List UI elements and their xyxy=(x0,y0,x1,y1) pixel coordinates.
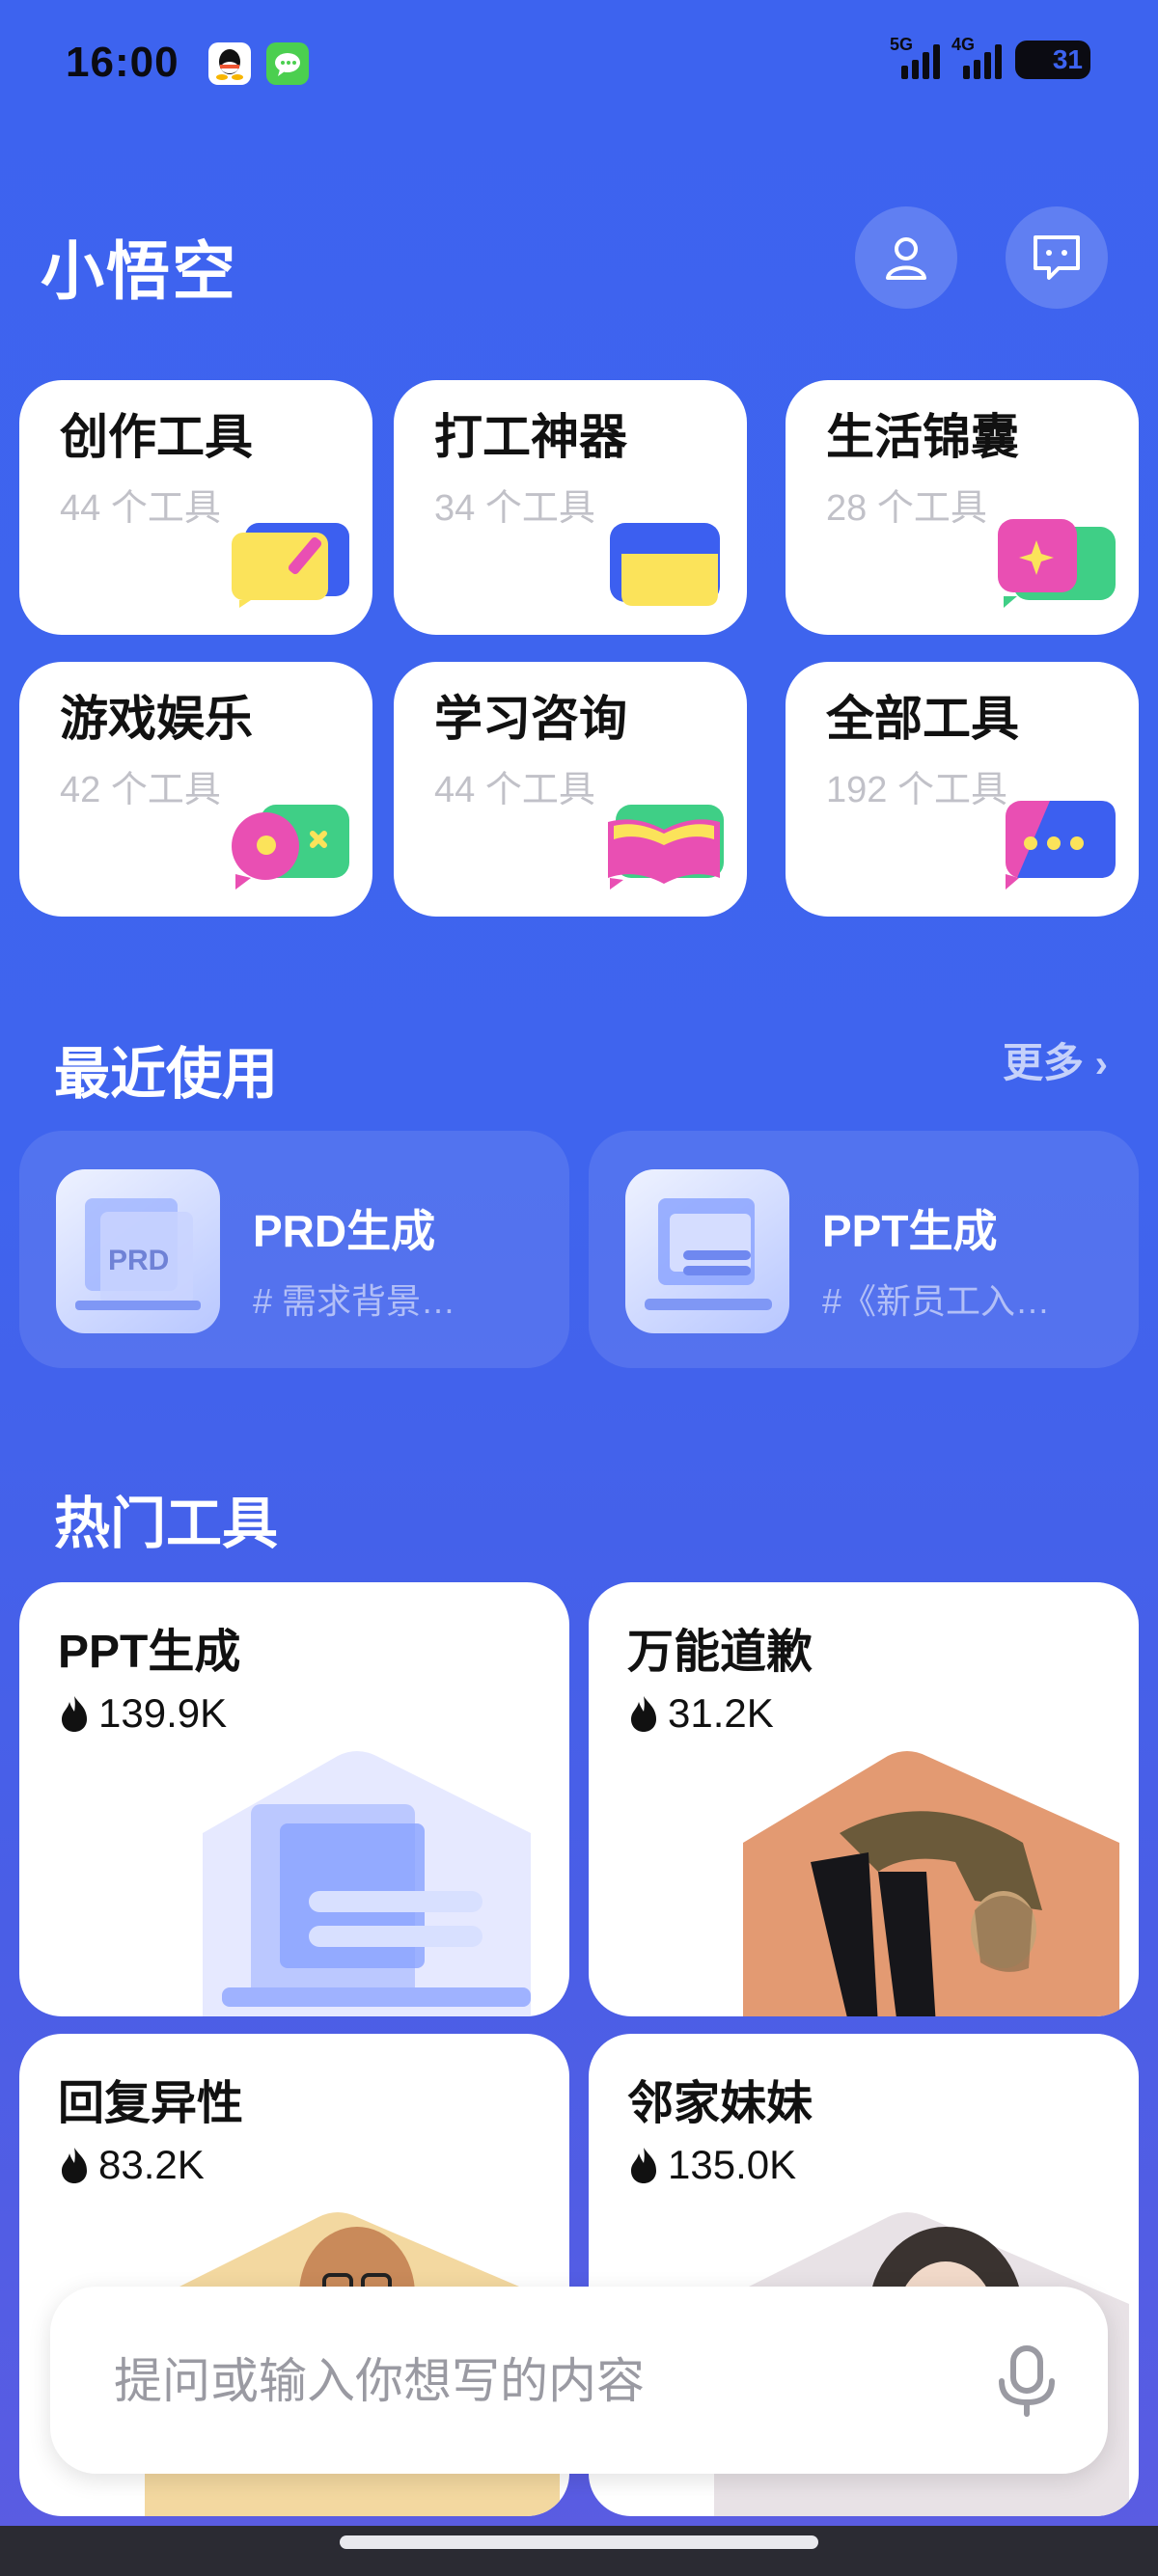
category-card-study[interactable]: 学习咨询 44 个工具 xyxy=(394,662,747,917)
chat-input[interactable] xyxy=(112,2337,965,2425)
system-nav-bar xyxy=(0,2526,1158,2576)
profile-button[interactable] xyxy=(855,206,957,309)
prd-thumbnail: PRD xyxy=(56,1169,220,1333)
ppt-thumbnail xyxy=(625,1169,789,1333)
signal-5g-label: 5G xyxy=(890,35,914,54)
folder-icon xyxy=(610,523,720,606)
recent-section-title: 最近使用 xyxy=(54,1043,279,1106)
hot-tool-count-value: 83.2K xyxy=(98,2142,205,2187)
signal-5g-icon: 5G xyxy=(890,35,940,79)
category-card-all[interactable]: 全部工具 192 个工具 xyxy=(786,662,1139,917)
hot-tool-count: 83.2K xyxy=(58,2142,205,2188)
app-title: 小悟空 xyxy=(41,235,237,307)
hot-tool-name: 万能道歉 xyxy=(627,1627,813,1678)
battery-level: 31 xyxy=(1052,44,1083,74)
category-name: 生活锦囊 xyxy=(826,410,1019,464)
status-time: 16:00 xyxy=(66,39,179,86)
category-name: 游戏娱乐 xyxy=(60,692,253,746)
hot-tool-count: 31.2K xyxy=(627,1690,774,1737)
hot-tool-name: 邻家妹妹 xyxy=(627,2078,813,2129)
chat-input-bar xyxy=(50,2287,1108,2474)
status-indicators: 5G 4G 31 xyxy=(890,35,1090,79)
hot-tool-name: PPT生成 xyxy=(58,1627,241,1678)
messages-button[interactable] xyxy=(1006,206,1108,309)
hot-tool-count-value: 135.0K xyxy=(668,2142,797,2187)
microphone-icon[interactable] xyxy=(988,2341,1065,2418)
category-card-work[interactable]: 打工神器 34 个工具 xyxy=(394,380,747,635)
bowing-person-illustration xyxy=(743,1751,1119,2016)
hot-tool-apology[interactable]: 万能道歉 31.2K xyxy=(589,1582,1139,2016)
sparkle-icon xyxy=(998,519,1116,608)
hot-tool-name: 回复异性 xyxy=(58,2078,244,2129)
prd-thumbnail-text: PRD xyxy=(108,1245,169,1276)
recent-item-ppt[interactable]: PPT生成 #《新员工入… xyxy=(589,1131,1139,1368)
category-name: 创作工具 xyxy=(60,410,253,464)
chevron-right-icon: › xyxy=(1094,1043,1108,1085)
chat-bubble-icon xyxy=(1034,235,1080,280)
fire-icon xyxy=(62,2148,87,2183)
category-card-creation[interactable]: 创作工具 44 个工具 xyxy=(19,380,372,635)
hot-tool-count-value: 31.2K xyxy=(668,1690,774,1736)
ppt-illustration xyxy=(203,1751,531,2016)
book-icon xyxy=(608,805,724,890)
recent-item-name: PPT生成 xyxy=(822,1206,998,1256)
qq-notification-icon xyxy=(208,42,251,85)
hot-tool-count: 135.0K xyxy=(627,2142,796,2188)
hot-tool-count-value: 139.9K xyxy=(98,1690,228,1736)
hot-section-title: 热门工具 xyxy=(54,1493,279,1555)
signal-4g-icon: 4G xyxy=(951,35,1002,79)
fire-icon xyxy=(631,1696,656,1732)
more-label: 更多 xyxy=(1002,1040,1084,1085)
gamepad-icon xyxy=(232,805,349,890)
recent-item-desc: # 需求背景… xyxy=(253,1281,456,1321)
wechat-notification-icon xyxy=(266,42,309,85)
recent-item-prd[interactable]: PRD PRD生成 # 需求背景… xyxy=(19,1131,569,1368)
hot-tool-ppt[interactable]: PPT生成 139.9K xyxy=(19,1582,569,2016)
category-card-life[interactable]: 生活锦囊 28 个工具 xyxy=(786,380,1139,635)
category-card-games[interactable]: 游戏娱乐 42 个工具 xyxy=(19,662,372,917)
hot-tool-count: 139.9K xyxy=(58,1690,227,1737)
category-name: 全部工具 xyxy=(826,692,1019,746)
more-dots-icon xyxy=(1006,801,1116,890)
fire-icon xyxy=(631,2148,656,2183)
signal-4g-label: 4G xyxy=(951,35,976,54)
more-link[interactable]: 更多 › xyxy=(1003,1030,1108,1089)
home-indicator[interactable] xyxy=(340,2535,818,2549)
user-icon xyxy=(886,237,926,280)
recent-item-desc: #《新员工入… xyxy=(822,1281,1051,1321)
pen-note-icon xyxy=(232,523,349,608)
category-name: 打工神器 xyxy=(434,410,627,464)
category-name: 学习咨询 xyxy=(434,692,627,746)
battery-icon: 31 xyxy=(1015,41,1090,79)
recent-item-name: PRD生成 xyxy=(253,1206,436,1256)
fire-icon xyxy=(62,1696,87,1732)
